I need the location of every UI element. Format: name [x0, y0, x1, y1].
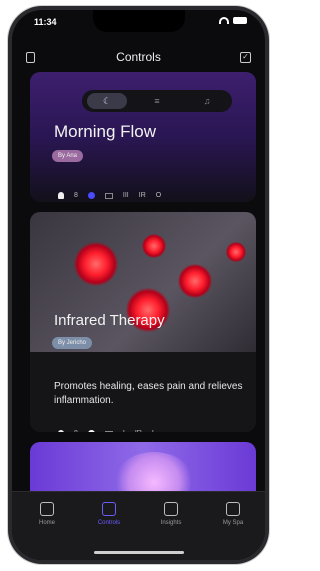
author-badge: By Ana	[52, 150, 84, 162]
program-card-morning-flow[interactable]: ☾ ≡ ♫ Morning Flow By Ana 8 III IR O	[30, 72, 256, 202]
ir-label: IR	[138, 192, 146, 199]
grid-icon	[104, 192, 113, 199]
tab-label: Home	[38, 520, 55, 526]
home-indicator	[93, 551, 184, 554]
card-title: Morning Flow	[54, 122, 157, 141]
brightness-value: 8	[74, 430, 78, 432]
moon-icon[interactable]: ☾	[87, 93, 127, 109]
tab-label: Controls	[97, 520, 121, 526]
wifi-icon	[219, 17, 229, 24]
header: Controls ✓	[12, 46, 265, 70]
card-description: Promotes healing, eases pain and relieve…	[54, 381, 243, 406]
brightness-value: 8	[74, 192, 78, 199]
drop-icon	[226, 502, 240, 516]
ir-label: IR	[135, 430, 142, 432]
lotus-icon	[164, 502, 178, 516]
status-time: 11:34	[34, 17, 57, 27]
led-light	[178, 264, 212, 298]
infrared-image	[30, 212, 256, 352]
ir-value: I	[152, 430, 154, 432]
card-meta: 8 III IR O	[58, 192, 161, 199]
led-light	[74, 242, 118, 286]
ir-value: O	[155, 192, 162, 199]
card-meta: 8 I IR I	[58, 430, 154, 432]
led-light	[142, 234, 166, 258]
led-light	[226, 242, 246, 262]
tab-insights[interactable]: Insights	[141, 502, 201, 526]
tab-bar: Home Controls Insights My Spa	[12, 491, 265, 560]
bulb-icon	[58, 430, 64, 432]
tab-home[interactable]: Home	[17, 502, 77, 526]
page-title: Controls	[116, 50, 161, 64]
tab-label: My Spa	[222, 520, 244, 526]
sliders-icon[interactable]: ≡	[137, 93, 177, 109]
battery-icon	[233, 17, 247, 24]
home-icon	[40, 502, 54, 516]
phone-frame: 11:34 Controls ✓ ☾ ≡ ♫ Morning Flow By A…	[8, 6, 269, 564]
mode-segmented-control: ☾ ≡ ♫	[82, 90, 232, 112]
tab-controls[interactable]: Controls	[79, 502, 139, 526]
controls-icon	[102, 502, 116, 516]
app-screen: 11:34 Controls ✓ ☾ ≡ ♫ Morning Flow By A…	[12, 10, 265, 560]
color-dot	[87, 430, 95, 432]
tab-my-spa[interactable]: My Spa	[203, 502, 263, 526]
music-note-icon[interactable]: ♫	[187, 93, 227, 109]
grid-value: III	[122, 192, 129, 199]
grid-icon	[104, 430, 113, 432]
program-card-infrared-therapy[interactable]: Infrared Therapy By Jericho Promotes hea…	[30, 212, 256, 432]
card-title: Infrared Therapy	[54, 312, 165, 329]
tab-label: Insights	[160, 520, 182, 526]
color-dot	[87, 192, 95, 199]
status-bar: 11:34	[12, 17, 265, 31]
author-badge: By Jericho	[52, 337, 93, 349]
status-icons	[219, 17, 247, 24]
checkbox-icon[interactable]: ✓	[240, 52, 251, 63]
grid-value: I	[123, 430, 125, 432]
bulb-icon	[58, 192, 64, 199]
